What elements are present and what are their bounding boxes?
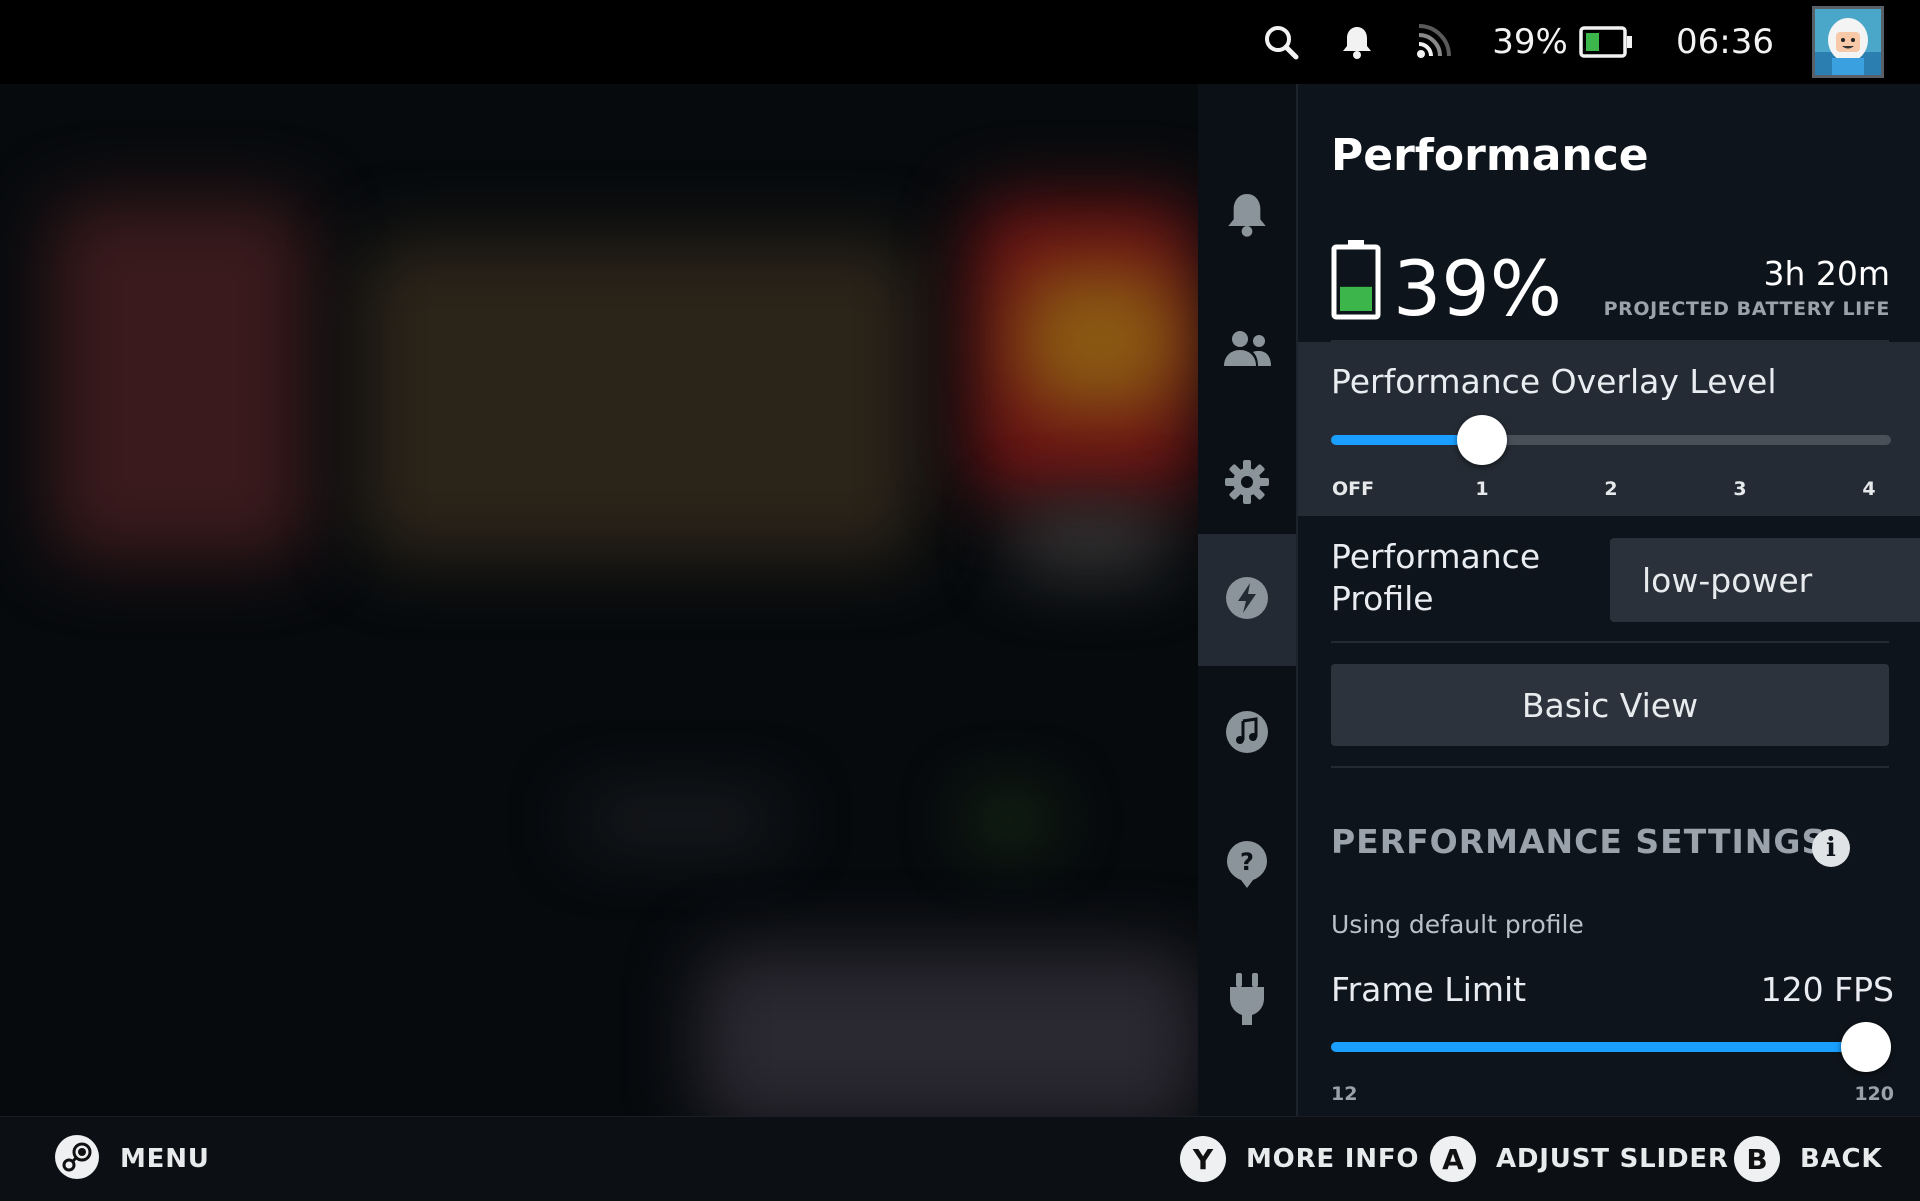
frame-limit-slider-knob[interactable] [1841,1022,1891,1072]
bg-blob [580,800,780,840]
frame-limit-label: Frame Limit [1331,970,1527,1009]
back-label: BACK [1800,1144,1883,1174]
overlay-level-label: Performance Overlay Level [1331,362,1777,401]
help-icon: ? [1225,839,1269,893]
bell-icon [1225,190,1269,242]
steam-logo-icon [54,1134,100,1184]
bg-blob [1020,270,1180,410]
profile-value: low-power [1642,560,1813,600]
a-button-icon: A [1430,1136,1476,1182]
bg-blob [970,800,1050,840]
top-status-bar: 39% 06:36 [0,0,1920,84]
qam-tab-strip: ? [1198,84,1298,1116]
bottom-button-bar: MENU Y MORE INFO A ADJUST SLIDER B BACK [0,1116,1920,1201]
music-icon [1224,709,1270,759]
profile-label-line2: Profile [1331,579,1434,618]
frame-limit-min: 12 [1331,1083,1358,1105]
back-hint[interactable]: B BACK [1734,1117,1882,1201]
projected-battery-time: 3h 20m [1763,254,1890,293]
menu-label: MENU [120,1144,210,1174]
adjust-slider-label: ADJUST SLIDER [1496,1144,1729,1174]
gear-icon [1224,459,1270,509]
frame-limit-slider-fill [1331,1042,1866,1052]
menu-hint[interactable]: MENU [54,1117,210,1201]
tab-friends[interactable] [1198,284,1296,416]
quick-access-menu: ? Performance 39% 3h 20m PROJECTED BATTE… [1198,84,1920,1116]
battery-fill [1340,286,1372,311]
battery-icon [1578,0,1634,84]
overlay-tick-3: 3 [1733,478,1747,500]
bg-blob [700,950,1198,1116]
performance-panel: Performance 39% 3h 20m PROJECTED BATTERY… [1298,84,1920,1116]
performance-profile-label: Performance Profile [1331,536,1540,620]
y-button-icon: Y [1180,1136,1226,1182]
battery-percent: 39% [1492,22,1568,62]
friends-icon [1222,328,1272,372]
frame-limit-max: 120 [1854,1083,1894,1105]
overlay-tick-1: 1 [1475,478,1489,500]
performance-settings-heading: PERFORMANCE SETTINGS [1331,822,1827,861]
bell-icon[interactable] [1334,0,1380,84]
battery-percent-large: 39% [1393,244,1562,333]
tab-music[interactable] [1198,668,1296,800]
tab-performance[interactable] [1198,534,1296,666]
frame-limit-value: 120 FPS [1760,970,1894,1009]
battery-large-icon [1331,238,1381,324]
plug-icon [1227,971,1267,1029]
avatar[interactable] [1810,0,1886,84]
clock: 06:36 [1676,22,1774,62]
tab-power[interactable] [1198,934,1296,1066]
page-title: Performance [1331,130,1649,181]
bg-blob [1010,510,1170,570]
divider [1331,641,1889,643]
more-info-hint[interactable]: Y MORE INFO [1180,1117,1419,1201]
b-button-icon: B [1734,1136,1780,1182]
svg-text:?: ? [1240,848,1254,876]
wifi-icon [1410,0,1456,84]
more-info-label: MORE INFO [1246,1144,1420,1174]
background-game-art [0,0,1198,1116]
overlay-tick-4: 4 [1862,478,1876,500]
divider [1331,766,1889,768]
search-icon[interactable] [1258,0,1304,84]
tab-help[interactable]: ? [1198,800,1296,932]
overlay-tick-off: OFF [1331,478,1375,500]
tab-notifications[interactable] [1198,150,1296,282]
tab-settings[interactable] [1198,418,1296,550]
default-profile-text: Using default profile [1331,910,1584,939]
lightning-icon [1224,575,1270,625]
profile-label-line1: Performance [1331,537,1541,576]
overlay-level-section: Performance Overlay Level OFF 1 2 3 4 [1298,342,1920,516]
basic-view-button[interactable]: Basic View [1331,664,1889,746]
projected-battery-label: PROJECTED BATTERY LIFE [1603,298,1890,320]
info-icon[interactable]: i [1812,829,1850,867]
overlay-slider-knob[interactable] [1457,415,1507,465]
performance-profile-dropdown[interactable]: low-power [1610,538,1920,622]
overlay-tick-2: 2 [1604,478,1618,500]
adjust-slider-hint[interactable]: A ADJUST SLIDER [1430,1117,1729,1201]
bg-blob [50,200,310,560]
bg-blob [360,240,920,560]
